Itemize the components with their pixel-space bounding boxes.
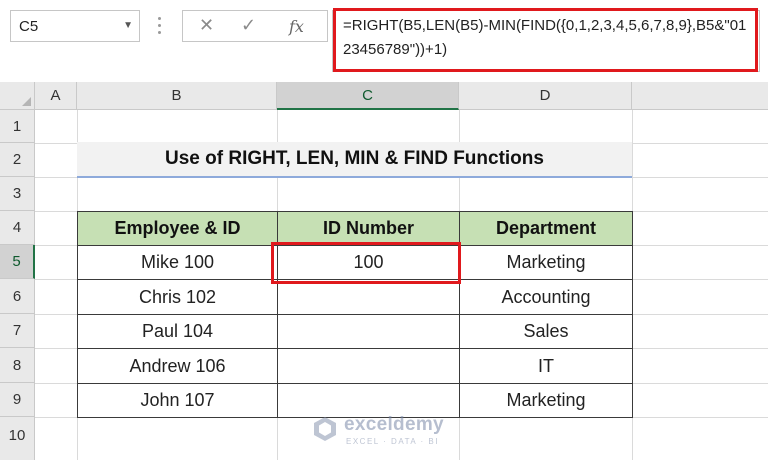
formula-bar-area: C5 ▼ ✕ ✓ fx =RIGHT(B5,LEN(B5)-MIN(FIND({… (0, 0, 768, 78)
cell-department[interactable]: Sales (459, 314, 633, 349)
cell-id-number[interactable] (277, 348, 460, 384)
cancel-icon[interactable]: ✕ (199, 15, 214, 36)
exceldemy-logo-icon (314, 417, 336, 441)
cell-id-number[interactable] (277, 279, 460, 315)
cell-department[interactable]: Accounting (459, 279, 633, 315)
cell-department[interactable]: Marketing (459, 383, 633, 418)
formula-highlight-box (333, 8, 758, 72)
name-box[interactable]: C5 ▼ (10, 10, 140, 42)
drag-handle-icon[interactable] (156, 13, 162, 39)
column-header-b[interactable]: B (77, 82, 277, 110)
header-employee-id[interactable]: Employee & ID (77, 211, 278, 246)
exceldemy-watermark: exceldemy EXCEL · DATA · BI (312, 412, 472, 452)
watermark-tagline: EXCEL · DATA · BI (346, 437, 439, 446)
name-box-value: C5 (19, 18, 39, 35)
header-id-number[interactable]: ID Number (277, 211, 460, 246)
cell-id-number[interactable] (277, 314, 460, 349)
selected-cell-highlight (271, 242, 461, 284)
column-header-a[interactable]: A (35, 82, 77, 110)
cell-department[interactable]: IT (459, 348, 633, 384)
row-header-6[interactable]: 6 (0, 279, 35, 314)
insert-function-icon[interactable]: fx (289, 17, 304, 36)
chevron-down-icon[interactable]: ▼ (123, 20, 133, 31)
table-header-row: Employee & ID ID Number Department (77, 211, 633, 246)
cell-employee[interactable]: John 107 (77, 383, 278, 418)
column-header-e[interactable] (632, 82, 768, 110)
row-header-7[interactable]: 7 (0, 314, 35, 348)
row-header-8[interactable]: 8 (0, 348, 35, 383)
enter-icon[interactable]: ✓ (241, 15, 256, 36)
row-header-4[interactable]: 4 (0, 211, 35, 245)
row-header-1[interactable]: 1 (0, 110, 35, 143)
row-header-9[interactable]: 9 (0, 383, 35, 417)
column-header-c[interactable]: C (277, 82, 459, 110)
select-all-button[interactable] (0, 82, 35, 110)
formula-buttons: ✕ ✓ fx (182, 10, 328, 42)
table-row: Paul 104 Sales (77, 314, 633, 349)
cell-employee[interactable]: Chris 102 (77, 279, 278, 315)
row-header-10[interactable]: 10 (0, 417, 35, 460)
cell-employee[interactable]: Andrew 106 (77, 348, 278, 384)
column-header-d[interactable]: D (459, 82, 632, 110)
cell-department[interactable]: Marketing (459, 245, 633, 280)
watermark-name: exceldemy (344, 414, 444, 435)
table-row: Chris 102 Accounting (77, 279, 633, 315)
row-header-2[interactable]: 2 (0, 143, 35, 177)
header-department[interactable]: Department (459, 211, 633, 246)
table-row: Andrew 106 IT (77, 348, 633, 384)
row-header-5[interactable]: 5 (0, 245, 35, 279)
sheet-title[interactable]: Use of RIGHT, LEN, MIN & FIND Functions (77, 142, 632, 178)
row-header-3[interactable]: 3 (0, 177, 35, 211)
cell-employee[interactable]: Paul 104 (77, 314, 278, 349)
cell-employee[interactable]: Mike 100 (77, 245, 278, 280)
